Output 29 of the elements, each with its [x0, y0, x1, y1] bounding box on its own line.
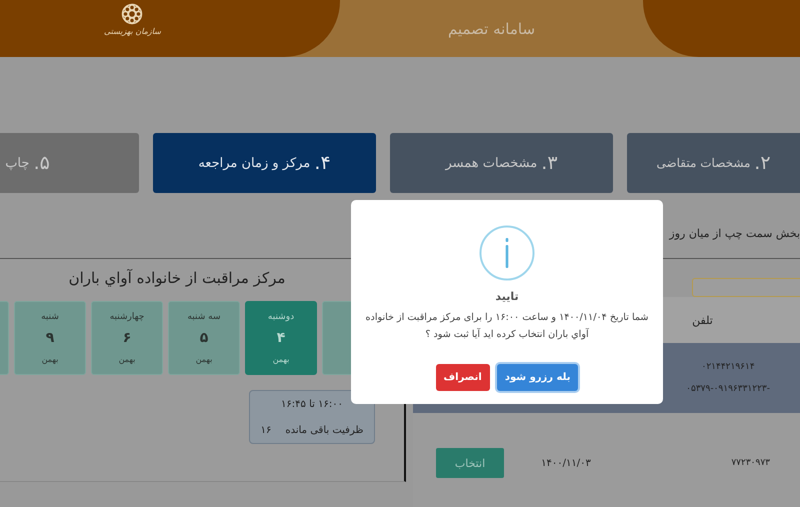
instruction-text: بخش سمت چپ از میان روز	[669, 227, 800, 240]
day-card[interactable]: شنبه ۹ بهمن	[14, 301, 86, 375]
date-cell: ۱۴۰۰/۱۱/۰۳	[541, 458, 591, 468]
phone-cell-text: ۷۷۲۳۰۹۷۳	[731, 457, 770, 470]
cancel-button[interactable]: انصراف	[436, 364, 490, 391]
select-button[interactable]: انتخاب	[436, 448, 504, 478]
day-card[interactable]: سه شنبه ۵ بهمن	[168, 301, 240, 375]
center-title: مرکز مراقبت از خانواده آواي باران	[68, 269, 286, 287]
step-tab[interactable]: ۴. مرکز و زمان مراجعه	[153, 133, 376, 193]
step-tab[interactable]: ۲. مشخصات متقاضی	[627, 133, 800, 193]
step-tab[interactable]: ۳. مشخصات همسر	[390, 133, 613, 193]
search-field[interactable]	[692, 278, 800, 297]
day-card[interactable]: چهارشنبه ۶ بهمن	[91, 301, 163, 375]
confirm-button[interactable]: بله رزرو شود	[496, 364, 578, 391]
time-slot-card[interactable]: ۱۶:۰۰ تا ۱۶:۴۵ ظرفیت باقی مانده ۱۶	[249, 390, 375, 444]
phone-cell-text: ۰۵۳۷۹-۰۹۱۹۶۳۳۱۲۲۳-	[686, 383, 770, 396]
slot-time: ۱۶:۰۰ تا ۱۶:۴۵	[281, 398, 343, 410]
flower-logo-icon	[121, 3, 144, 25]
column-header: تلفن	[692, 314, 713, 326]
capacity-value: ۱۶	[260, 424, 272, 436]
step-tab[interactable]: ۵. چاپ	[0, 133, 139, 193]
phone-cell-text: ۰۲۱۴۴۲۱۹۶۱۴	[701, 361, 755, 374]
logo-caption: سازمان بهزیستی	[104, 27, 161, 36]
day-card[interactable]: دوشنبه ۴ بهمن	[245, 301, 317, 375]
info-icon	[479, 225, 535, 281]
capacity-label: ظرفیت باقی مانده	[285, 424, 364, 436]
app-title: سامانه تصمیم	[448, 20, 536, 38]
dialog-title: تایید	[495, 290, 519, 303]
dialog-message: شما تاریخ ۱۴۰۰/۱۱/۰۴ و ساعت ۱۶:۰۰ را برای مرکز مراقبت از خانواده آواي باران انتخاب کرده اید آیا ثبت شود ؟	[365, 311, 649, 342]
